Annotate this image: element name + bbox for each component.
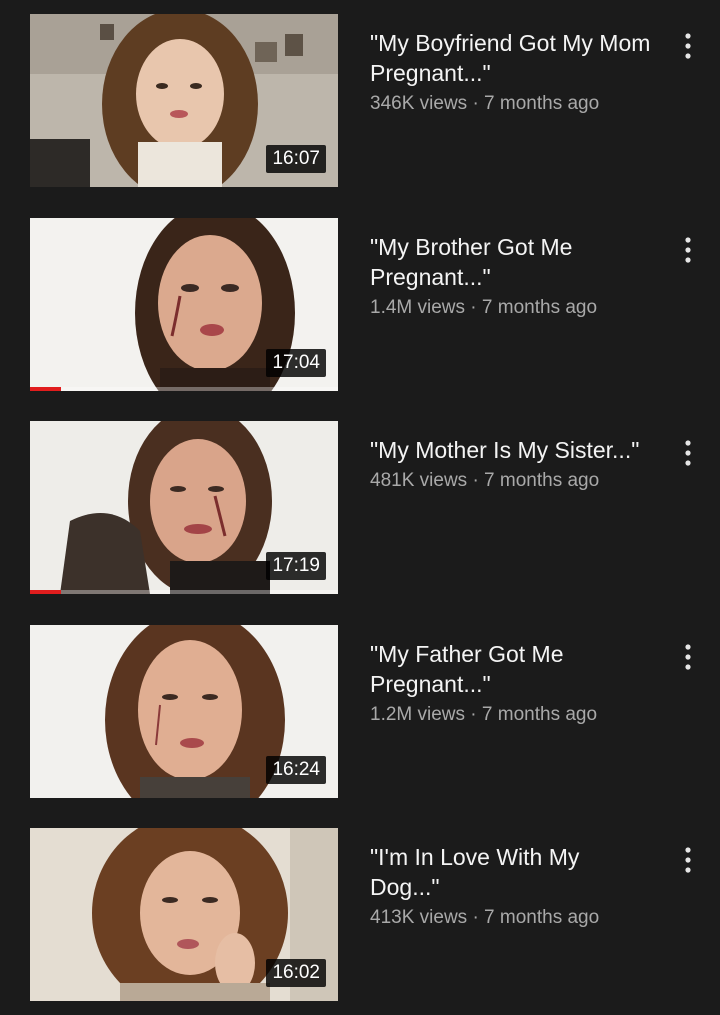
video-stats: 346K views · 7 months ago [370,93,600,114]
video-thumbnail[interactable]: 16:02 [30,828,338,1001]
video-thumbnail[interactable]: 16:24 [30,625,338,798]
video-duration: 17:19 [266,552,326,580]
more-vertical-icon [685,440,691,466]
video-title[interactable]: "My Brother Got Me Pregnant..." [370,232,655,292]
video-thumbnail[interactable]: 17:04 [30,218,338,391]
watch-progress-fill [30,387,61,391]
more-vertical-icon [685,847,691,873]
watch-progress-fill [30,590,61,594]
video-meta: "My Mother Is My Sister..." 481K views ·… [370,435,655,493]
video-list: 16:07 "My Boyfriend Got My Mom Pregnant.… [0,0,720,1015]
video-item[interactable]: 17:19 "My Mother Is My Sister..." 481K v… [0,421,720,601]
video-duration: 16:07 [266,145,326,173]
video-stats: 413K views · 7 months ago [370,907,600,928]
watch-progress-bar [30,590,338,594]
video-title[interactable]: "My Father Got Me Pregnant..." [370,639,655,699]
video-meta: "My Boyfriend Got My Mom Pregnant..." 34… [370,28,655,116]
more-vertical-icon [685,237,691,263]
watch-progress-bar [30,387,338,391]
video-thumbnail[interactable]: 16:07 [30,14,338,187]
video-thumbnail[interactable]: 17:19 [30,421,338,594]
video-meta: "My Father Got Me Pregnant..." 1.2M view… [370,639,655,727]
video-meta: "I'm In Love With My Dog..." 413K views … [370,842,655,930]
video-item[interactable]: 16:07 "My Boyfriend Got My Mom Pregnant.… [0,14,720,194]
more-vertical-icon [685,644,691,670]
video-menu-button[interactable] [672,232,704,268]
video-title[interactable]: "My Mother Is My Sister..." [370,435,655,465]
video-stats: 481K views · 7 months ago [370,470,600,491]
video-menu-button[interactable] [672,435,704,471]
video-meta: "My Brother Got Me Pregnant..." 1.4M vie… [370,232,655,320]
video-item[interactable]: 16:24 "My Father Got Me Pregnant..." 1.2… [0,625,720,805]
video-duration: 16:24 [266,756,326,784]
video-menu-button[interactable] [672,28,704,64]
video-duration: 16:02 [266,959,326,987]
video-duration: 17:04 [266,349,326,377]
more-vertical-icon [685,33,691,59]
video-menu-button[interactable] [672,842,704,878]
video-stats: 1.2M views · 7 months ago [370,704,598,725]
video-item[interactable]: 17:04 "My Brother Got Me Pregnant..." 1.… [0,218,720,398]
video-stats: 1.4M views · 7 months ago [370,297,598,318]
video-item[interactable]: 16:02 "I'm In Love With My Dog..." 413K … [0,828,720,1008]
video-title[interactable]: "I'm In Love With My Dog..." [370,842,655,902]
video-title[interactable]: "My Boyfriend Got My Mom Pregnant..." [370,28,655,88]
video-menu-button[interactable] [672,639,704,675]
